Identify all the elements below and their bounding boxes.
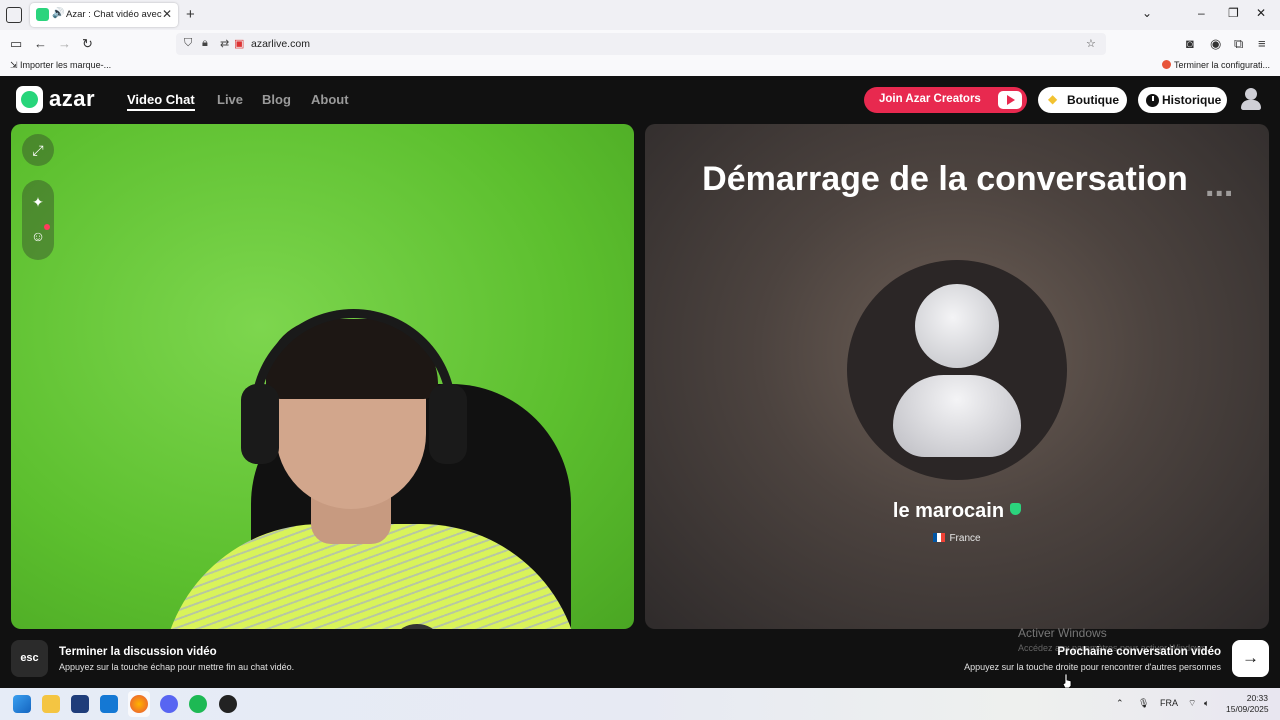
- minimize-video-pill: ⤢: [22, 134, 54, 166]
- bookmark-import-label: Importer les marque-...: [20, 60, 112, 70]
- profile-avatar-icon[interactable]: [1240, 87, 1262, 111]
- spotify-icon[interactable]: [189, 695, 207, 713]
- store-icon[interactable]: [71, 695, 89, 713]
- notification-dot: [44, 224, 50, 230]
- language-indicator[interactable]: FRA: [1160, 698, 1178, 708]
- boutique-label: Boutique: [1067, 93, 1119, 107]
- verified-shield-icon: [1010, 503, 1022, 515]
- browser-tab[interactable]: 🔊 Azar : Chat vidéo avec de n ✕: [30, 3, 178, 27]
- clock-icon: [1146, 94, 1159, 107]
- self-camera-feed: [101, 224, 581, 629]
- shield-icon[interactable]: ⛉: [184, 37, 192, 50]
- site-header: azar Video Chat Live Blog About Join Aza…: [0, 76, 1280, 122]
- nav-video-chat[interactable]: Video Chat: [127, 92, 195, 111]
- reload-icon[interactable]: ↻: [82, 36, 93, 52]
- peer-country-row: France: [645, 533, 1269, 544]
- peer-country: France: [949, 533, 981, 544]
- tab-overflow-icon[interactable]: ⌄: [1142, 6, 1152, 20]
- back-icon[interactable]: ←: [34, 36, 47, 51]
- wifi-icon[interactable]: ⌔: [1188, 698, 1196, 709]
- nav-blog[interactable]: Blog: [262, 92, 291, 107]
- self-video: [11, 124, 634, 629]
- minimize-icon[interactable]: –: [1198, 6, 1205, 20]
- activate-windows-title: Activer Windows: [1018, 626, 1107, 640]
- activate-windows-subtitle: Accédez aux paramètres pour activer Wind…: [1018, 643, 1209, 653]
- nav-live[interactable]: Live: [217, 92, 243, 107]
- effects-sparkle-icon[interactable]: ✦: [26, 190, 50, 214]
- clock-time: 20:33: [1246, 693, 1268, 703]
- bottom-controls: esc Terminer la discussion vidéo Appuyez…: [0, 632, 1280, 688]
- url-text[interactable]: azarlive.com: [251, 38, 310, 50]
- firefox-taskbar-icon[interactable]: [130, 695, 148, 713]
- azar-logo-icon[interactable]: [16, 86, 43, 113]
- app-icon[interactable]: [219, 695, 237, 713]
- new-tab-icon[interactable]: +: [186, 6, 195, 23]
- mouse-cursor-icon: [1062, 674, 1072, 688]
- close-tab-icon[interactable]: ✕: [162, 7, 172, 21]
- volume-icon[interactable]: 🔈︎: [1204, 698, 1209, 709]
- end-chat-subtitle: Appuyez sur la touche échap pour mettre …: [59, 662, 295, 672]
- azar-page: azar Video Chat Live Blog About Join Aza…: [0, 76, 1280, 688]
- forward-icon[interactable]: →: [58, 36, 71, 51]
- firefox-icon: [1161, 60, 1171, 69]
- effects-pill: ✦ ☺: [22, 180, 54, 260]
- bookmarks-bar: ⇲ Importer les marque-... Terminer la co…: [0, 58, 1280, 75]
- bookmark-setup-label: Terminer la configurati...: [1173, 60, 1270, 70]
- account-icon[interactable]: ◉: [1210, 36, 1221, 52]
- historique-label: Historique: [1162, 93, 1222, 107]
- peer-name: le marocain: [892, 500, 1005, 522]
- peer-name-row: le marocain: [645, 500, 1269, 523]
- screenshot-icon[interactable]: ◙: [1186, 36, 1194, 51]
- nav-bar: ▭ ← → ↻ ⛉ 🔒︎ ⇄ ▣ azarlive.com ☆ ◙ ◉ ⧉ ≡: [0, 30, 1280, 58]
- join-creators-label: Join Azar Creators: [879, 93, 981, 105]
- menu-icon[interactable]: ≡: [1258, 36, 1266, 51]
- windows-start-icon[interactable]: [13, 695, 31, 713]
- camera-permission-icon[interactable]: ▣: [234, 37, 244, 50]
- end-chat-title: Terminer la discussion vidéo: [59, 646, 217, 658]
- lock-icon[interactable]: 🔒︎: [202, 37, 208, 50]
- tab-bar: 🔊 Azar : Chat vidéo avec de n ✕ + ⌄ – ❐ …: [0, 0, 1280, 30]
- minimize-video-icon[interactable]: ⤢: [26, 138, 50, 162]
- permissions-icon[interactable]: ⇄: [220, 37, 229, 50]
- maximize-icon[interactable]: ❐: [1228, 6, 1239, 20]
- system-clock[interactable]: 20:33 15/09/2025: [1226, 693, 1269, 715]
- play-icon: [998, 91, 1022, 109]
- speaker-icon[interactable]: 🔊: [52, 8, 64, 19]
- file-explorer-icon[interactable]: [42, 695, 60, 713]
- boutique-button[interactable]: ◆ Boutique: [1038, 87, 1127, 113]
- gem-icon: ◆: [1048, 92, 1058, 106]
- nav-about[interactable]: About: [311, 92, 349, 107]
- tab-title: Azar : Chat vidéo avec de n: [66, 9, 162, 20]
- windows-taskbar: ⌃ 🎙︎ FRA ⌔ 🔈︎ 20:33 15/09/2025: [0, 688, 1280, 720]
- connecting-title: Démarrage de la conversation: [702, 160, 1188, 198]
- sidebar-icon[interactable]: ▭: [10, 36, 22, 52]
- discord-icon[interactable]: [160, 695, 178, 713]
- peer-avatar: [847, 260, 1067, 480]
- end-chat-button[interactable]: esc: [11, 640, 48, 677]
- peer-video: Démarrage de la conversation ... le maro…: [645, 124, 1269, 629]
- clock-date: 15/09/2025: [1226, 704, 1269, 714]
- next-chat-button[interactable]: →: [1232, 640, 1269, 677]
- outlook-icon[interactable]: [100, 695, 118, 713]
- tab-list-icon[interactable]: [6, 7, 22, 23]
- close-window-icon[interactable]: ✕: [1256, 6, 1266, 20]
- bookmark-import[interactable]: ⇲ Importer les marque-...: [10, 60, 111, 71]
- microphone-icon[interactable]: 🎙︎: [1138, 698, 1149, 709]
- connecting-dots: ...: [1205, 166, 1234, 204]
- join-creators-button[interactable]: Join Azar Creators: [864, 87, 1027, 113]
- tray-overflow-icon[interactable]: ⌃: [1116, 698, 1124, 709]
- extensions-icon[interactable]: ⧉: [1234, 36, 1243, 52]
- historique-button[interactable]: Historique: [1138, 87, 1227, 113]
- azar-favicon-icon: [36, 8, 49, 21]
- browser-chrome: 🔊 Azar : Chat vidéo avec de n ✕ + ⌄ – ❐ …: [0, 0, 1280, 76]
- bookmark-star-icon[interactable]: ☆: [1086, 37, 1096, 50]
- france-flag-icon: [933, 533, 946, 542]
- next-chat-subtitle: Appuyez sur la touche droite pour rencon…: [964, 662, 1221, 672]
- azar-logo-text[interactable]: azar: [49, 86, 95, 112]
- bookmark-setup[interactable]: Terminer la configurati...: [1161, 60, 1270, 70]
- url-bar[interactable]: ⛉ 🔒︎ ⇄ ▣ azarlive.com ☆: [176, 33, 1106, 55]
